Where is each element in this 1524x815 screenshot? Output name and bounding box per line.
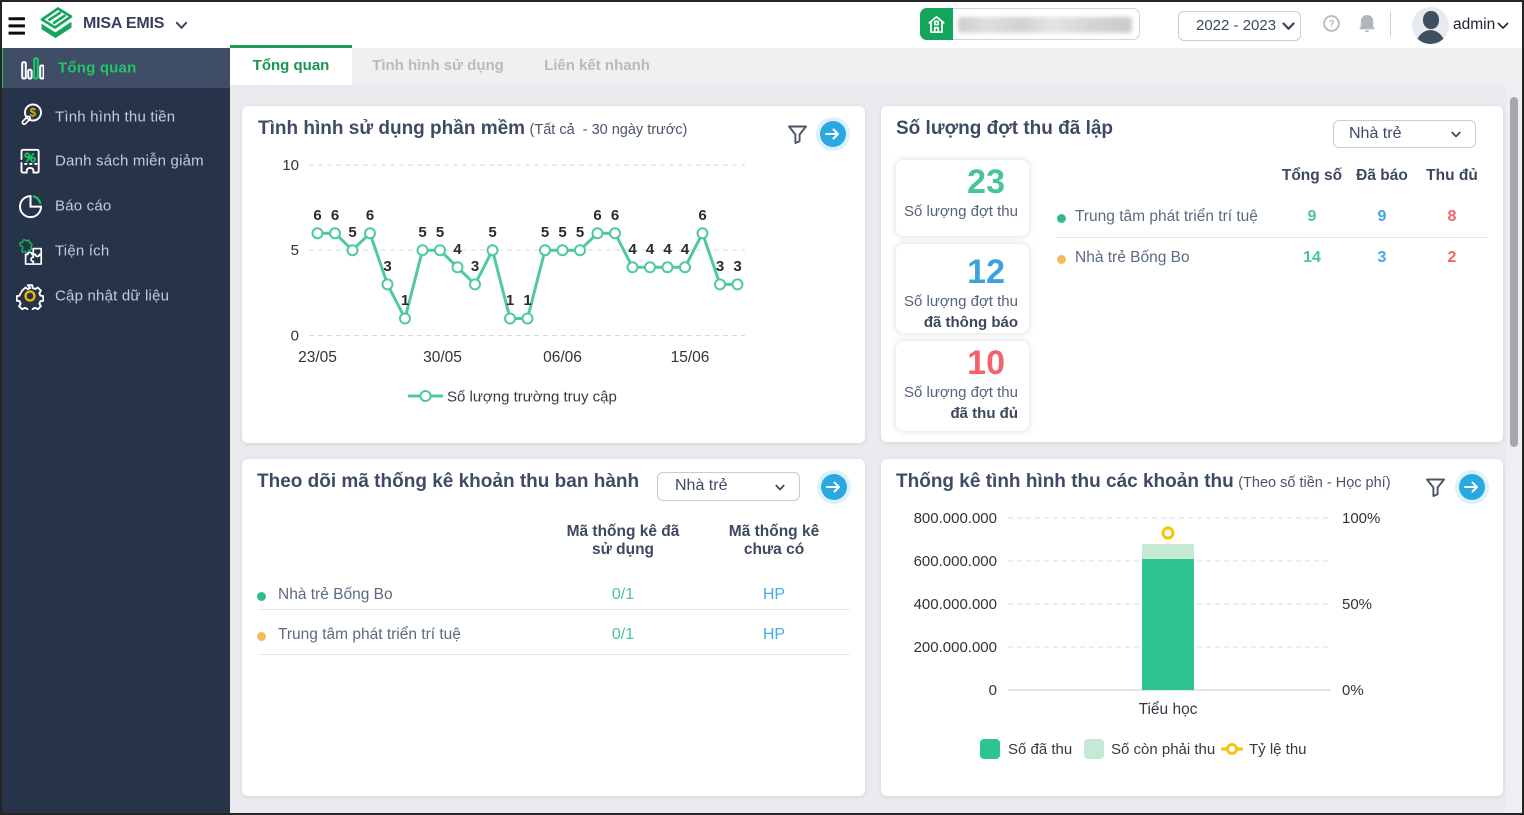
svg-text:?: ? [1328, 19, 1334, 30]
svg-text:23/05: 23/05 [298, 349, 337, 366]
svg-text:5: 5 [488, 224, 496, 241]
svg-text:5: 5 [576, 224, 584, 241]
svg-text:5: 5 [291, 242, 299, 259]
svg-text:200.000.000: 200.000.000 [914, 639, 997, 656]
svg-text:5: 5 [541, 224, 549, 241]
svg-text:Tiểu học: Tiểu học [1139, 701, 1198, 718]
svg-text:0: 0 [291, 328, 299, 345]
svg-text:100%: 100% [1342, 510, 1380, 527]
svg-text:6: 6 [331, 207, 339, 224]
svg-text:400.000.000: 400.000.000 [914, 596, 997, 613]
svg-text:5: 5 [418, 224, 426, 241]
svg-text:5: 5 [348, 224, 356, 241]
svg-text:$: $ [30, 108, 37, 120]
svg-text:Số còn phải thu: Số còn phải thu [1111, 741, 1215, 758]
svg-text:3: 3 [471, 258, 479, 275]
svg-text:4: 4 [453, 241, 462, 258]
svg-text:800.000.000: 800.000.000 [914, 510, 997, 527]
svg-text:Tỷ lệ thu: Tỷ lệ thu [1249, 741, 1307, 758]
svg-text:15/06: 15/06 [671, 349, 710, 366]
svg-text:06/06: 06/06 [543, 349, 582, 366]
svg-text:30/05: 30/05 [423, 349, 462, 366]
svg-text:4: 4 [681, 241, 690, 258]
svg-text:5: 5 [558, 224, 566, 241]
svg-text:0: 0 [989, 682, 997, 699]
svg-text:10: 10 [282, 157, 299, 174]
svg-text:6: 6 [698, 207, 706, 224]
svg-text:1: 1 [401, 292, 409, 309]
svg-text:6: 6 [366, 207, 374, 224]
svg-text:6: 6 [611, 207, 619, 224]
svg-text:0%: 0% [1342, 682, 1364, 699]
svg-text:6: 6 [313, 207, 321, 224]
svg-text:600.000.000: 600.000.000 [914, 553, 997, 570]
svg-text:4: 4 [628, 241, 637, 258]
svg-text:Số lượng trường truy cập: Số lượng trường truy cập [447, 389, 617, 406]
svg-text:4: 4 [663, 241, 672, 258]
svg-text:5: 5 [436, 224, 444, 241]
svg-text:6: 6 [593, 207, 601, 224]
svg-text:50%: 50% [1342, 596, 1372, 613]
svg-text:1: 1 [523, 292, 531, 309]
svg-text:Số đã thu: Số đã thu [1008, 741, 1072, 758]
svg-text:1: 1 [506, 292, 514, 309]
svg-text:3: 3 [733, 258, 741, 275]
svg-text:4: 4 [646, 241, 655, 258]
svg-text:3: 3 [383, 258, 391, 275]
svg-text:3: 3 [716, 258, 724, 275]
